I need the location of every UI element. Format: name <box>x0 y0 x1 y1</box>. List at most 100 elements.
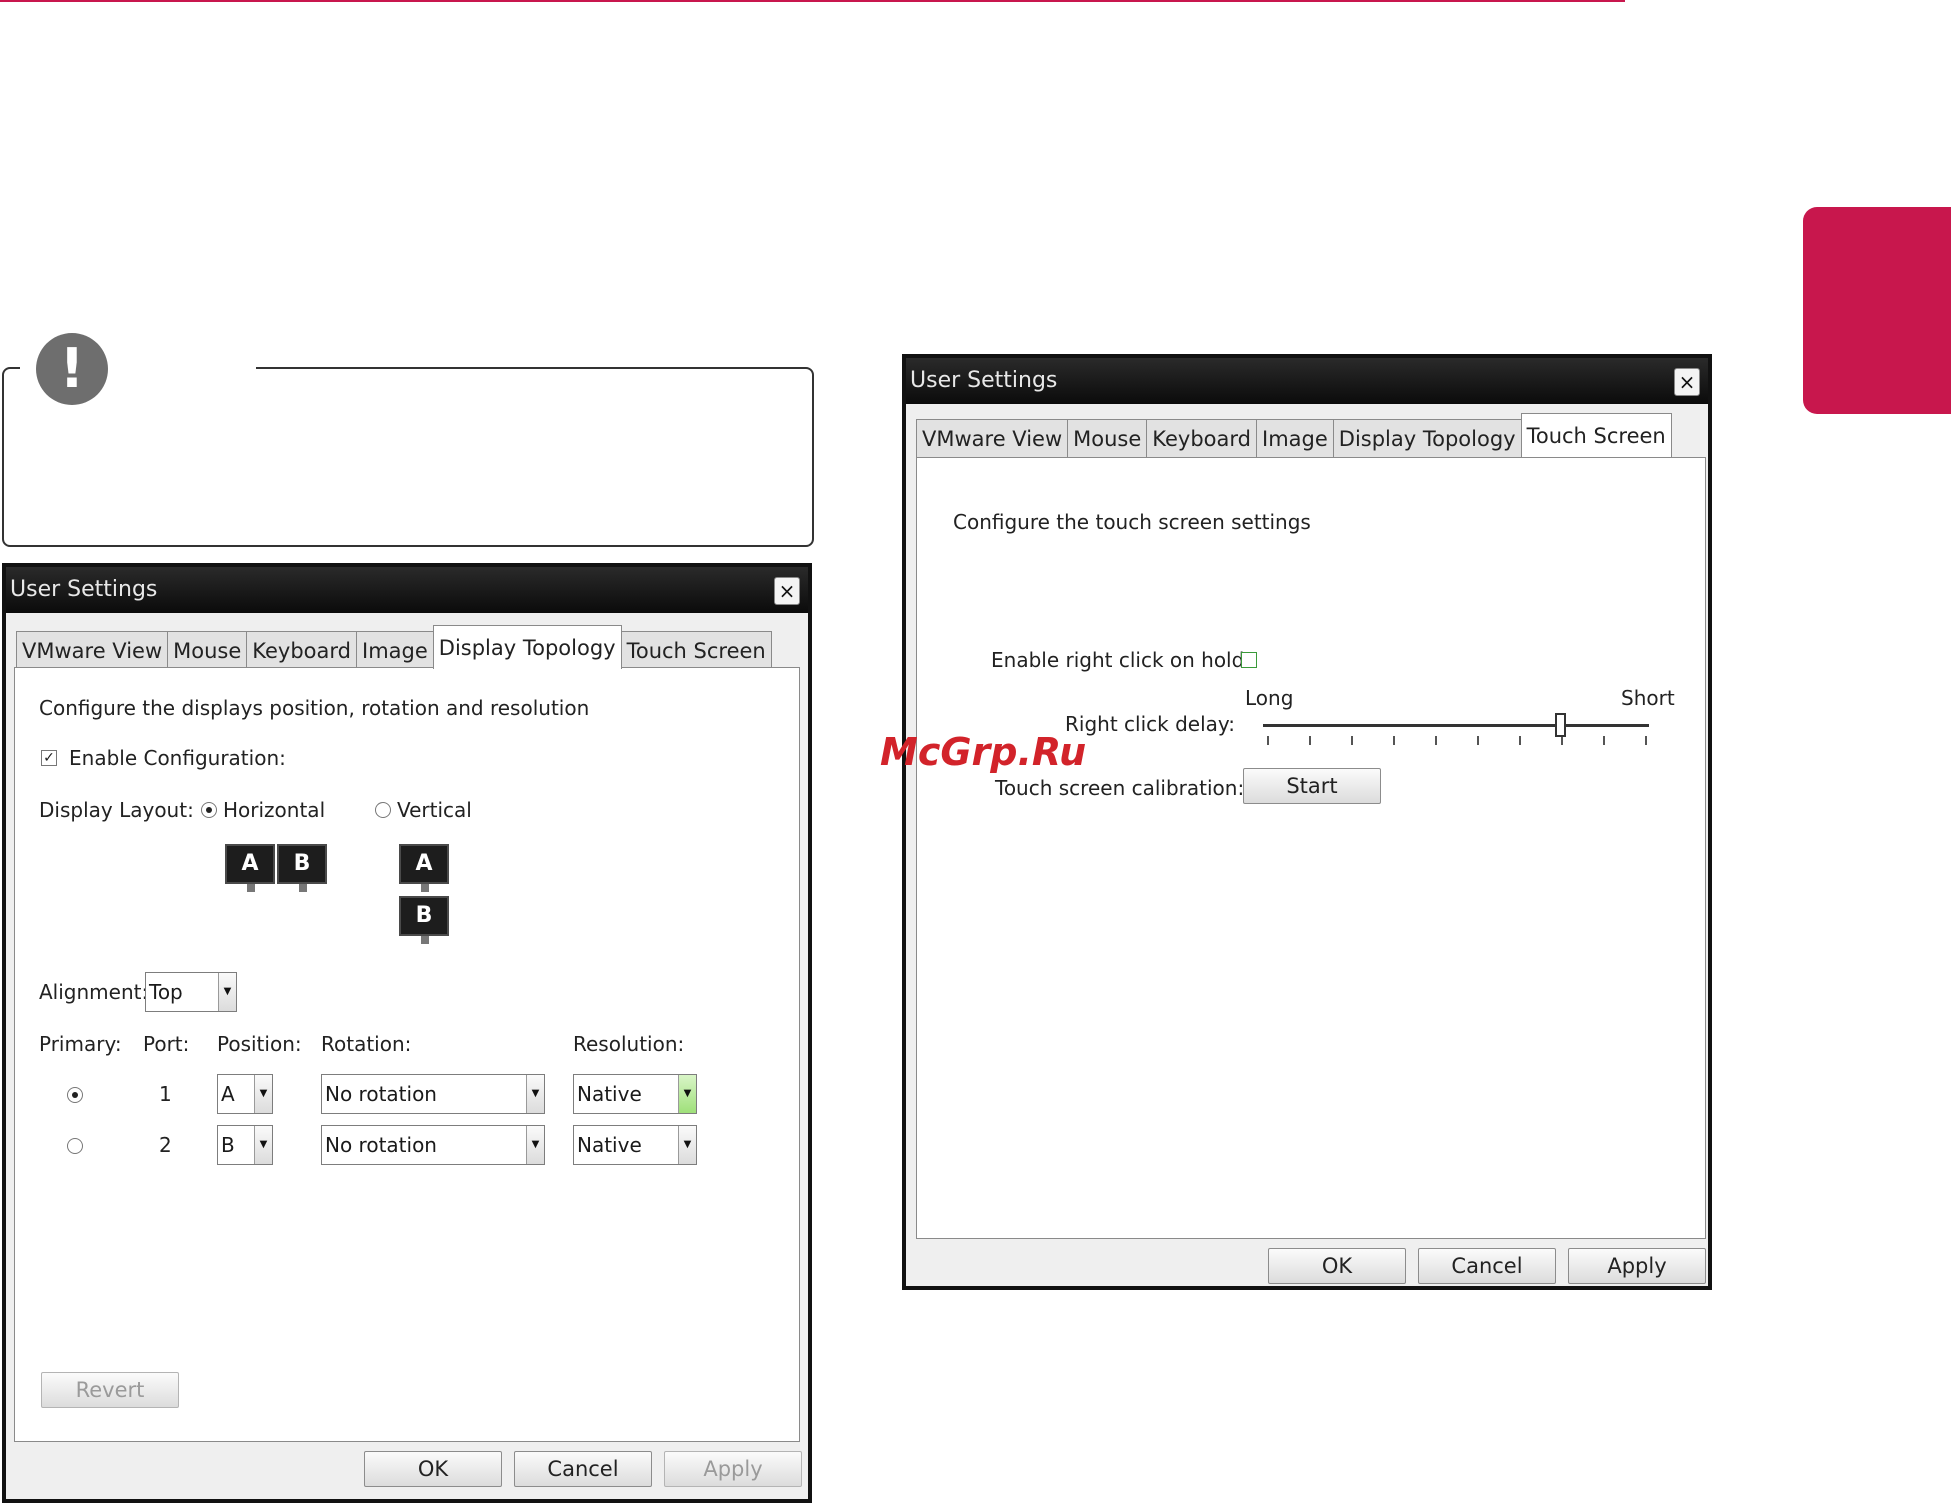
right-click-delay-slider[interactable] <box>1263 710 1649 750</box>
port-number: 1 <box>159 1082 172 1106</box>
display-layout-label: Display Layout: <box>39 798 194 822</box>
touch-screen-panel: Configure the touch screen settings Enab… <box>916 457 1706 1239</box>
vertical-monitor-b: B <box>399 896 449 944</box>
layout-horizontal-label: Horizontal <box>223 798 326 822</box>
alignment-value: Top <box>149 980 183 1004</box>
slider-max-label: Short <box>1621 686 1675 710</box>
column-rotation: Rotation: <box>321 1032 412 1056</box>
resolution-select-port-2[interactable]: Native ▼ <box>573 1125 697 1165</box>
right-click-delay-label: Right click delay: <box>1065 712 1235 736</box>
tab-display-topology[interactable]: Display Topology <box>1332 419 1522 457</box>
rotation-select-port-2[interactable]: No rotation ▼ <box>321 1125 545 1165</box>
resolution-select-port-1[interactable]: Native ▼ <box>573 1074 697 1114</box>
rotation-value: No rotation <box>325 1133 437 1157</box>
note-box <box>2 367 814 547</box>
panel-description: Configure the displays position, rotatio… <box>39 696 590 720</box>
slider-tick <box>1309 736 1311 745</box>
slider-tick <box>1603 736 1605 745</box>
slider-tick <box>1519 736 1521 745</box>
layout-horizontal-radio[interactable] <box>201 802 217 818</box>
tab-vmware-view[interactable]: VMware View <box>916 419 1069 457</box>
tab-mouse[interactable]: Mouse <box>1067 419 1148 457</box>
chevron-down-icon[interactable]: ▼ <box>678 1075 696 1113</box>
window-title: User Settings <box>10 577 158 602</box>
horizontal-monitor-a: A <box>225 844 275 892</box>
rotation-value: No rotation <box>325 1082 437 1106</box>
layout-vertical-label: Vertical <box>397 798 472 822</box>
alignment-select[interactable]: Top ▼ <box>145 972 237 1012</box>
resolution-value: Native <box>577 1133 642 1157</box>
window-titlebar: User Settings × <box>6 567 808 613</box>
vertical-monitor-a: A <box>399 844 449 892</box>
tab-keyboard[interactable]: Keyboard <box>1146 419 1257 457</box>
position-value: B <box>221 1133 235 1157</box>
chapter-side-tab <box>1803 207 1951 414</box>
tab-image[interactable]: Image <box>356 631 434 669</box>
primary-radio-port-1[interactable] <box>67 1087 83 1103</box>
slider-tick <box>1267 736 1269 745</box>
chevron-down-icon[interactable]: ▼ <box>678 1126 696 1164</box>
close-button[interactable]: × <box>774 577 800 605</box>
chevron-down-icon[interactable]: ▼ <box>526 1075 544 1113</box>
chevron-down-icon[interactable]: ▼ <box>254 1075 272 1113</box>
revert-button[interactable]: Revert <box>41 1372 179 1408</box>
tab-display-topology[interactable]: Display Topology <box>432 625 622 669</box>
tab-mouse[interactable]: Mouse <box>167 631 248 669</box>
window-titlebar: User Settings × <box>906 358 1708 404</box>
tab-bar: VMware View Mouse Keyboard Image Display… <box>916 413 1672 457</box>
start-calibration-button[interactable]: Start <box>1243 768 1381 804</box>
column-port: Port: <box>143 1032 190 1056</box>
user-settings-window-display-topology: User Settings × VMware View Mouse Keyboa… <box>2 563 812 1503</box>
slider-tick <box>1645 736 1647 745</box>
enable-configuration-checkbox[interactable]: ✓ <box>41 750 57 766</box>
chevron-down-icon[interactable]: ▼ <box>526 1126 544 1164</box>
slider-thumb[interactable] <box>1555 713 1567 737</box>
slider-tick <box>1435 736 1437 745</box>
cancel-button[interactable]: Cancel <box>514 1451 652 1487</box>
slider-tick <box>1351 736 1353 745</box>
apply-button[interactable]: Apply <box>664 1451 802 1487</box>
position-value: A <box>221 1082 235 1106</box>
tab-touch-screen[interactable]: Touch Screen <box>620 631 772 669</box>
cancel-button[interactable]: Cancel <box>1418 1248 1556 1284</box>
enable-right-click-label: Enable right click on hold: <box>991 648 1252 672</box>
resolution-value: Native <box>577 1082 642 1106</box>
tab-vmware-view[interactable]: VMware View <box>16 631 169 669</box>
slider-min-label: Long <box>1245 686 1294 710</box>
rotation-select-port-1[interactable]: No rotation ▼ <box>321 1074 545 1114</box>
column-resolution: Resolution: <box>573 1032 685 1056</box>
calibration-label: Touch screen calibration: <box>995 776 1245 800</box>
primary-radio-port-2[interactable] <box>67 1138 83 1154</box>
chevron-down-icon[interactable]: ▼ <box>218 973 236 1011</box>
layout-vertical-radio[interactable] <box>375 802 391 818</box>
ok-button[interactable]: OK <box>1268 1248 1406 1284</box>
position-select-port-1[interactable]: A ▼ <box>217 1074 273 1114</box>
position-select-port-2[interactable]: B ▼ <box>217 1125 273 1165</box>
column-position: Position: <box>217 1032 302 1056</box>
ok-button[interactable]: OK <box>364 1451 502 1487</box>
tab-keyboard[interactable]: Keyboard <box>246 631 357 669</box>
user-settings-window-touch-screen: User Settings × VMware View Mouse Keyboa… <box>902 354 1712 1290</box>
column-primary: Primary: <box>39 1032 122 1056</box>
alignment-label: Alignment: <box>39 980 149 1004</box>
tab-image[interactable]: Image <box>1256 419 1334 457</box>
display-topology-panel: Configure the displays position, rotatio… <box>14 667 800 1442</box>
slider-tick <box>1393 736 1395 745</box>
slider-tick <box>1477 736 1479 745</box>
tab-touch-screen[interactable]: Touch Screen <box>1520 413 1672 457</box>
slider-track <box>1263 724 1649 727</box>
top-accent-rule <box>0 0 1625 2</box>
watermark-text: McGrp.Ru <box>880 730 1087 774</box>
note-exclamation-icon: ! <box>36 333 108 405</box>
port-number: 2 <box>159 1133 172 1157</box>
panel-description: Configure the touch screen settings <box>953 510 1311 534</box>
slider-tick <box>1561 736 1563 745</box>
horizontal-monitor-b: B <box>277 844 327 892</box>
chevron-down-icon[interactable]: ▼ <box>254 1126 272 1164</box>
enable-configuration-label: Enable Configuration: <box>69 746 286 770</box>
tab-bar: VMware View Mouse Keyboard Image Display… <box>16 625 772 669</box>
close-button[interactable]: × <box>1674 368 1700 396</box>
enable-right-click-checkbox[interactable] <box>1241 652 1257 668</box>
apply-button[interactable]: Apply <box>1568 1248 1706 1284</box>
window-title: User Settings <box>910 368 1058 393</box>
